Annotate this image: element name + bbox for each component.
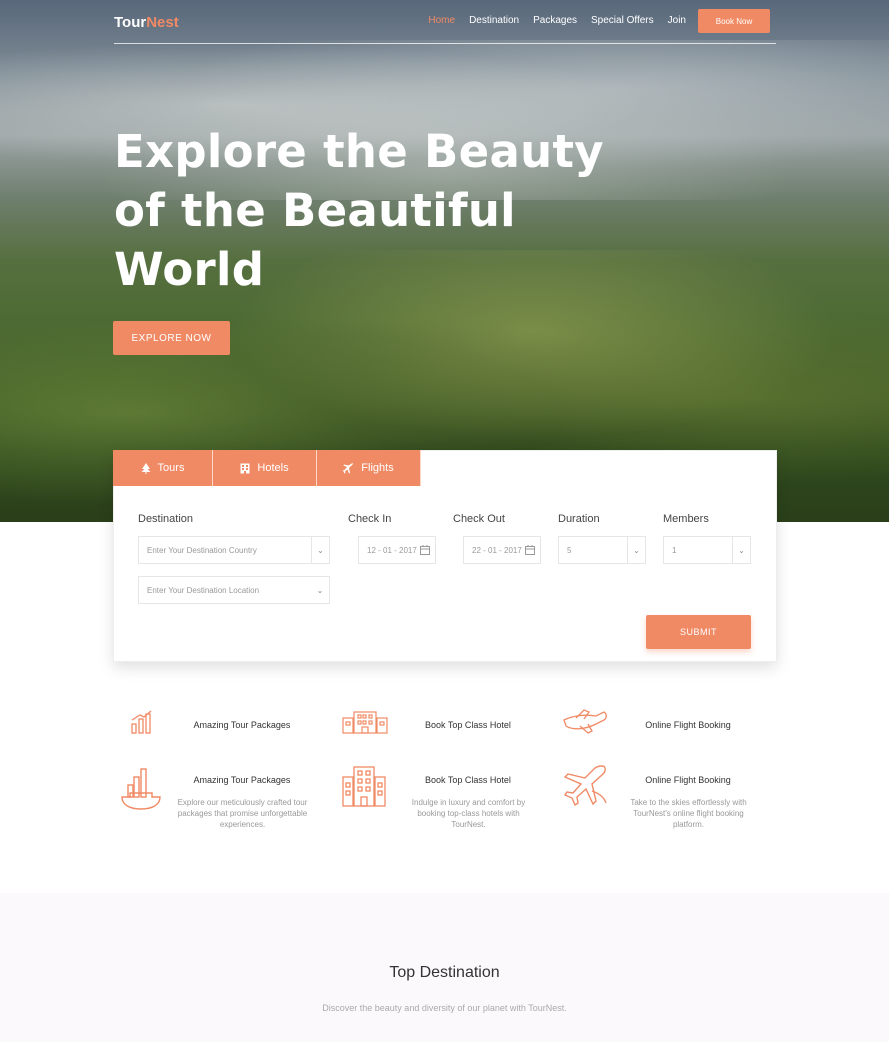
logo[interactable]: TourNest [114,14,179,31]
plane-icon [343,462,354,474]
feature-title: Amazing Tour Packages [193,775,291,785]
tab-label: Tours [157,462,185,474]
hero-title-line: of the Beautiful [114,184,516,237]
feature-description-line: TourNest. [451,820,486,829]
feature-title: Book Top Class Hotel [425,775,511,785]
tab-label: Flights [361,462,394,474]
feature-description: Explore our meticulously crafted tour pa… [160,797,325,830]
plane-icon [562,708,608,740]
feature-description-line: Explore our meticulously crafted tour [177,798,308,807]
hero-section: TourNest Home Destination Packages Speci… [0,0,889,522]
calendar-icon[interactable] [415,537,435,563]
search-tabs: Tours Hotels Flights [113,450,421,486]
feature-description-line: experiences. [219,820,266,829]
tree-icon [141,462,151,474]
tab-label: Hotels [257,462,289,474]
nav-link-destination[interactable]: Destination [469,15,519,26]
feature-title: Amazing Tour Packages [193,720,291,730]
duration-select[interactable]: 5 ⌄ [558,536,646,564]
hero-title-line: Explore the Beauty [114,125,604,178]
destination-location-placeholder: Enter Your Destination Location [147,585,260,595]
submit-button[interactable]: SUBMIT [646,615,751,649]
feature-description-line: Indulge in luxury and comfort by [411,798,526,807]
feature-description-line: TourNest's online flight booking [633,809,744,818]
feature-description-line: platform. [672,820,705,829]
hotel-building-icon [342,765,386,811]
hotel-building-icon [342,710,388,738]
tab-tours[interactable]: Tours [113,450,213,486]
nav-link-special-offers[interactable]: Special Offers [591,15,654,26]
calendar-icon[interactable] [520,537,540,563]
feature-description-line: Take to the skies effortlessly with [630,798,747,807]
section-subtitle: Discover the beauty and diversity of our… [322,1003,567,1013]
duration-label: Duration [558,513,600,525]
check-out-value: 22 - 01 - 2017 [472,545,522,555]
duration-value: 5 [567,545,572,555]
explore-now-button[interactable]: EXPLORE NOW [113,321,230,355]
section-title: Top Destination [389,964,500,981]
chevron-down-icon: ⌄ [732,537,750,563]
nav-link-home[interactable]: Home [428,15,455,26]
check-in-label: Check In [348,513,392,525]
hero-title: Explore the Beauty of the Beautiful Worl… [114,122,614,299]
hero-title-line: World [114,243,265,296]
plane-icon [562,763,608,811]
nav-links: Home Destination Packages Special Offers… [428,15,686,26]
tab-flights[interactable]: Flights [317,450,421,486]
feature-title: Online Flight Booking [645,775,731,785]
chevron-down-icon: ⌄ [311,537,329,563]
feature-description-line: packages that promise unforgettable [177,809,308,818]
feature-description: Indulge in luxury and comfort by booking… [386,797,551,830]
feature-title: Book Top Class Hotel [425,720,511,730]
check-out-label: Check Out [453,513,505,525]
check-in-value: 12 - 01 - 2017 [367,545,417,555]
members-value: 1 [672,545,677,555]
chevron-down-icon: ⌄ [627,537,645,563]
members-select[interactable]: 1 ⌄ [663,536,751,564]
feature-description: Take to the skies effortlessly with Tour… [606,797,771,830]
nav-link-packages[interactable]: Packages [533,15,577,26]
feature-description-line: booking top-class hotels with [417,809,520,818]
hotel-icon [240,463,250,474]
check-in-input[interactable]: 12 - 01 - 2017 [358,536,436,564]
check-out-input[interactable]: 22 - 01 - 2017 [463,536,541,564]
chevron-down-icon: ⌄ [316,585,324,595]
tour-package-icon [120,765,162,815]
destination-country-select[interactable]: Enter Your Destination Country ⌄ [138,536,330,564]
destination-label: Destination [138,513,194,525]
top-navigation: TourNest Home Destination Packages Speci… [114,0,776,44]
members-label: Members [663,513,709,525]
destination-country-placeholder: Enter Your Destination Country [147,545,257,555]
chart-bars-icon [130,710,154,738]
book-now-button[interactable]: Book Now [698,9,770,33]
destination-location-select[interactable]: Enter Your Destination Location ⌄ [138,576,330,604]
feature-title: Online Flight Booking [645,720,731,730]
tab-hotels[interactable]: Hotels [213,450,317,486]
nav-link-join[interactable]: Join [668,15,686,26]
